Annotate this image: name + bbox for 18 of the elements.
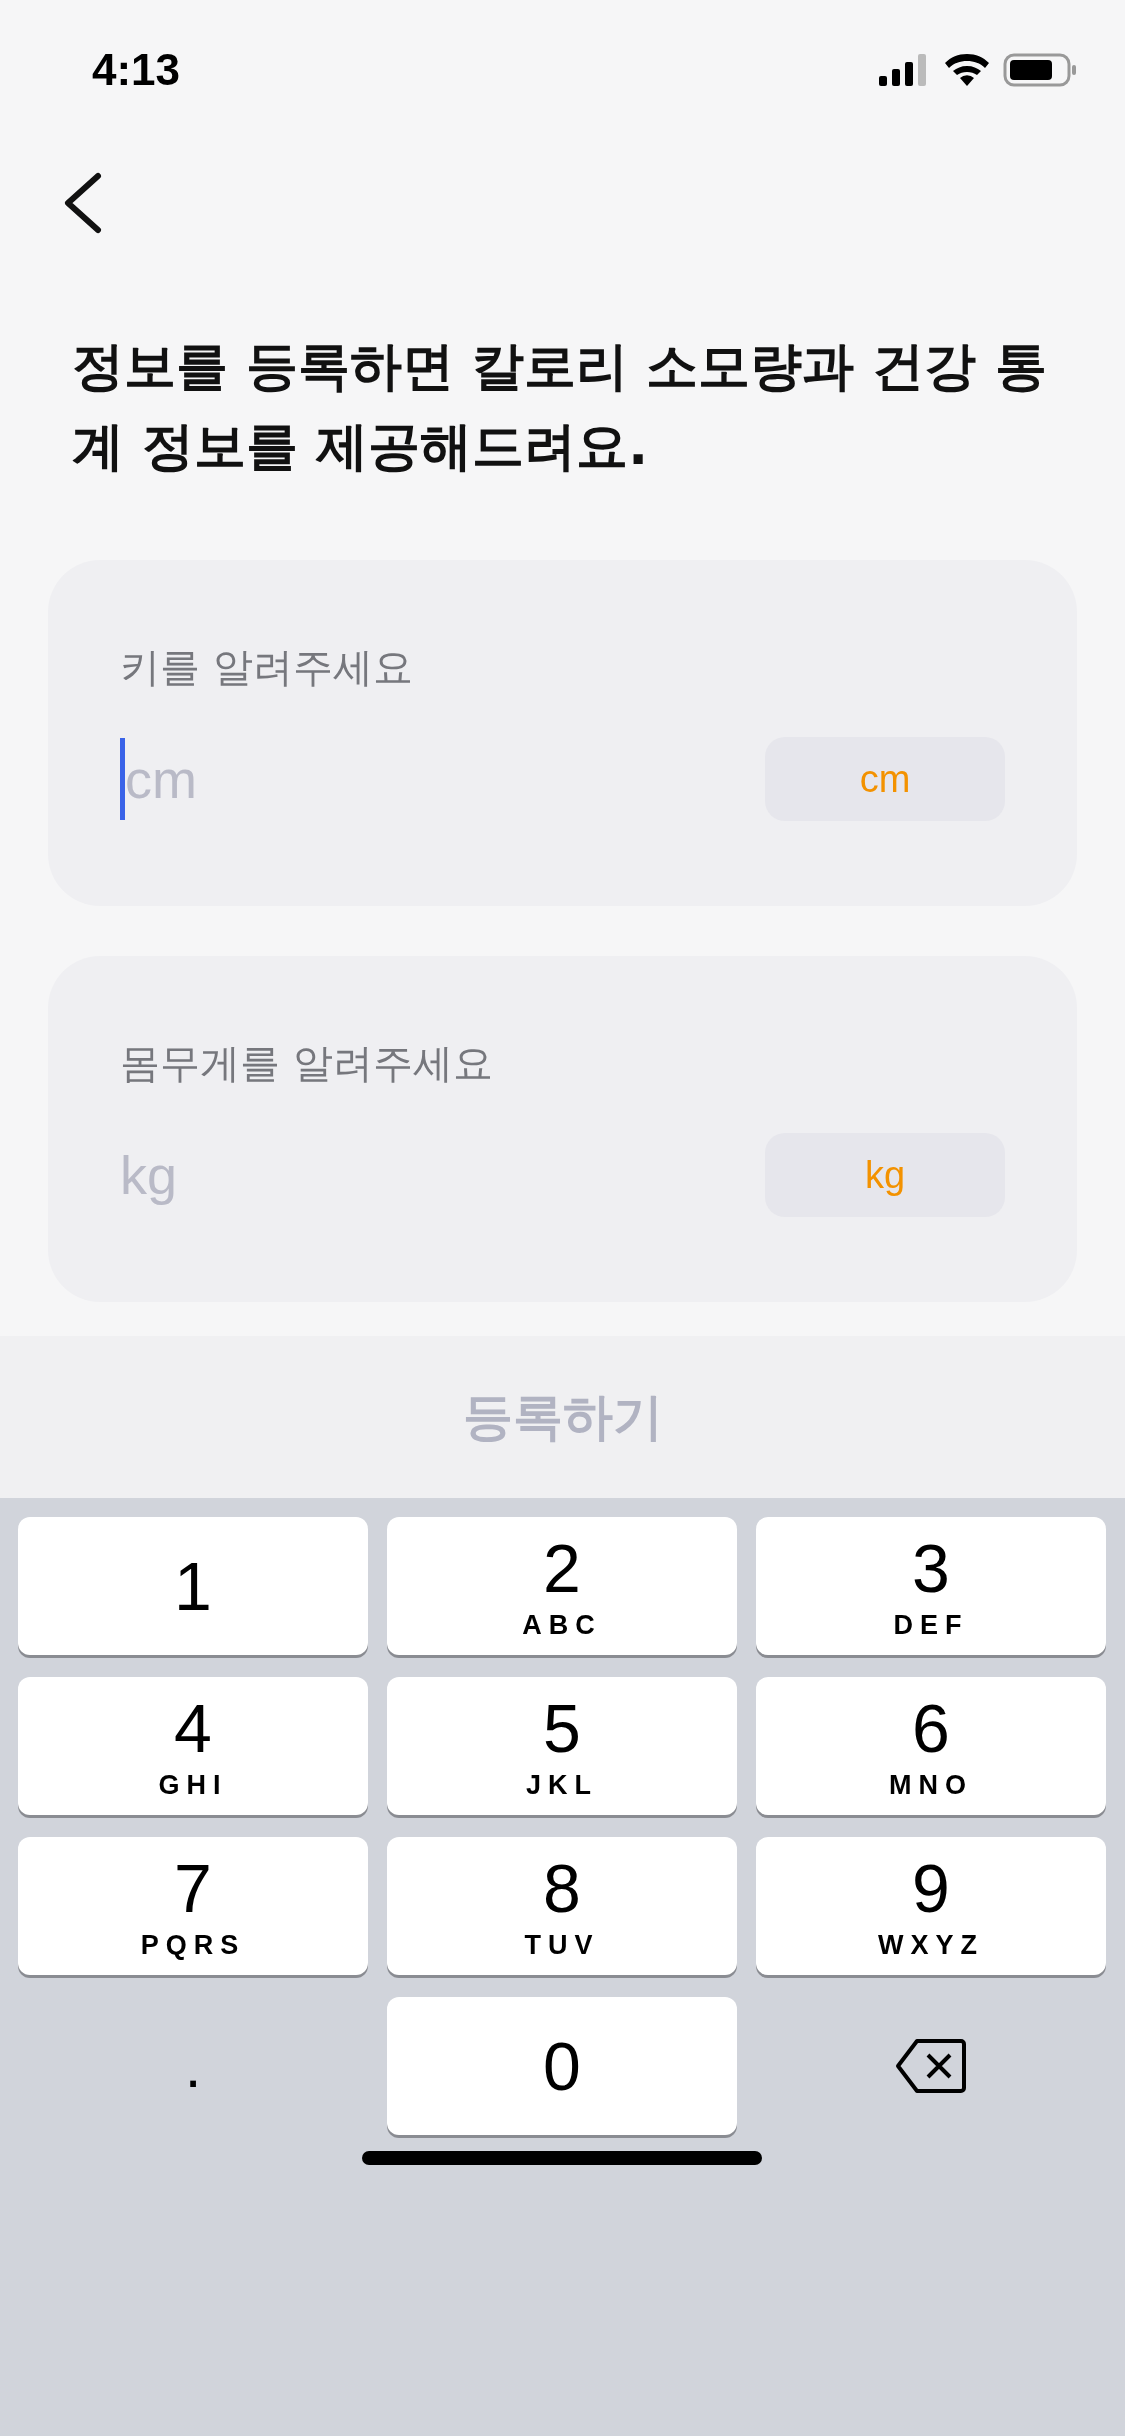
keypad-key[interactable]: 4 GHI	[18, 1677, 368, 1815]
keypad-key[interactable]: 0	[387, 1997, 737, 2135]
keypad-key[interactable]: 6 MNO	[756, 1677, 1106, 1815]
page-title: 정보를 등록하면 칼로리 소모량과 건강 통계 정보를 제공해드려요.	[72, 335, 1048, 478]
keypad-key[interactable]: 7 PQRS	[18, 1837, 368, 1975]
keypad-key[interactable]: 2 ABC	[387, 1517, 737, 1655]
status-time: 4:13	[92, 45, 181, 95]
wifi-icon	[945, 54, 989, 86]
field-label: 몸무게를 알려주세요	[120, 1039, 494, 1088]
keypad-key[interactable]: 3 DEF	[756, 1517, 1106, 1655]
backspace-icon[interactable]	[895, 2038, 967, 2094]
keypad-key[interactable]: .	[18, 1997, 368, 2135]
battery-icon	[1003, 53, 1077, 87]
keypad-key[interactable]: 8 TUV	[387, 1837, 737, 1975]
keypad-key[interactable]: 9 WXYZ	[756, 1837, 1106, 1975]
field-label: 키를 알려주세요	[120, 643, 414, 692]
keypad-key[interactable]: 5 JKL	[387, 1677, 737, 1815]
keypad-key[interactable]: 1	[18, 1517, 368, 1655]
